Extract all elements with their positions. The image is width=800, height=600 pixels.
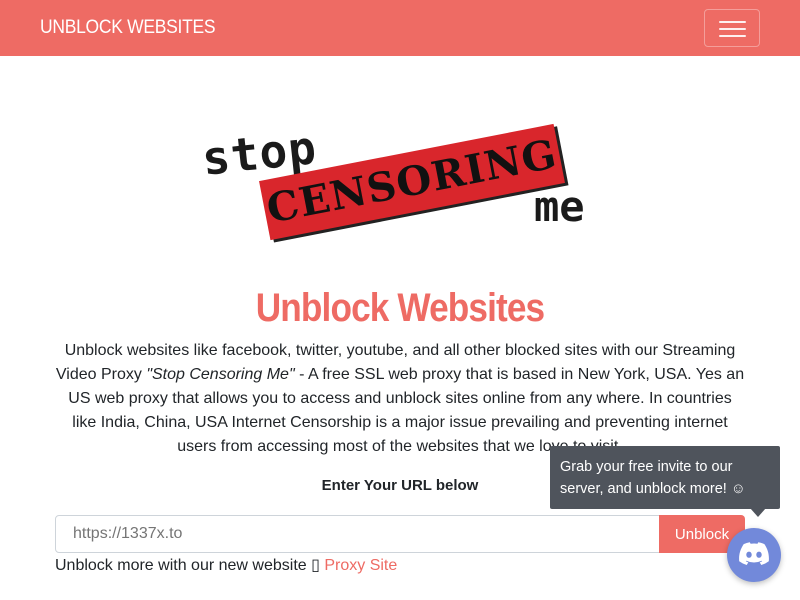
hamburger-menu-icon-bar xyxy=(719,35,746,37)
discord-tooltip-text: Grab your free invite to our server, and… xyxy=(560,459,746,497)
discord-icon xyxy=(739,542,769,565)
tooltip-arrow xyxy=(750,508,766,517)
url-input[interactable] xyxy=(55,515,660,553)
logo-text-me: me xyxy=(534,182,585,231)
navbar-toggle-button[interactable] xyxy=(704,9,760,47)
hamburger-menu-icon xyxy=(719,21,746,23)
discord-invite-tooltip[interactable]: Grab your free invite to our server, and… xyxy=(550,446,780,517)
hamburger-menu-icon-bar xyxy=(719,28,746,30)
discord-widget-button[interactable] xyxy=(727,528,781,582)
top-navbar: UNBLOCK WEBSITES xyxy=(0,0,800,56)
description-quote: "Stop Censoring Me" xyxy=(146,366,295,383)
stop-censoring-me-logo: stop CENSORING me xyxy=(199,120,600,242)
page-title: Unblock Websites xyxy=(255,286,545,330)
proxy-site-link[interactable]: Proxy Site xyxy=(324,557,397,574)
more-text-label: Unblock more with our new website ▯ xyxy=(55,557,325,574)
more-text: Unblock more with our new website ▯ Prox… xyxy=(55,555,397,575)
brand-link[interactable]: UNBLOCK WEBSITES xyxy=(40,17,216,39)
page-description: Unblock websites like facebook, twitter,… xyxy=(55,339,745,459)
